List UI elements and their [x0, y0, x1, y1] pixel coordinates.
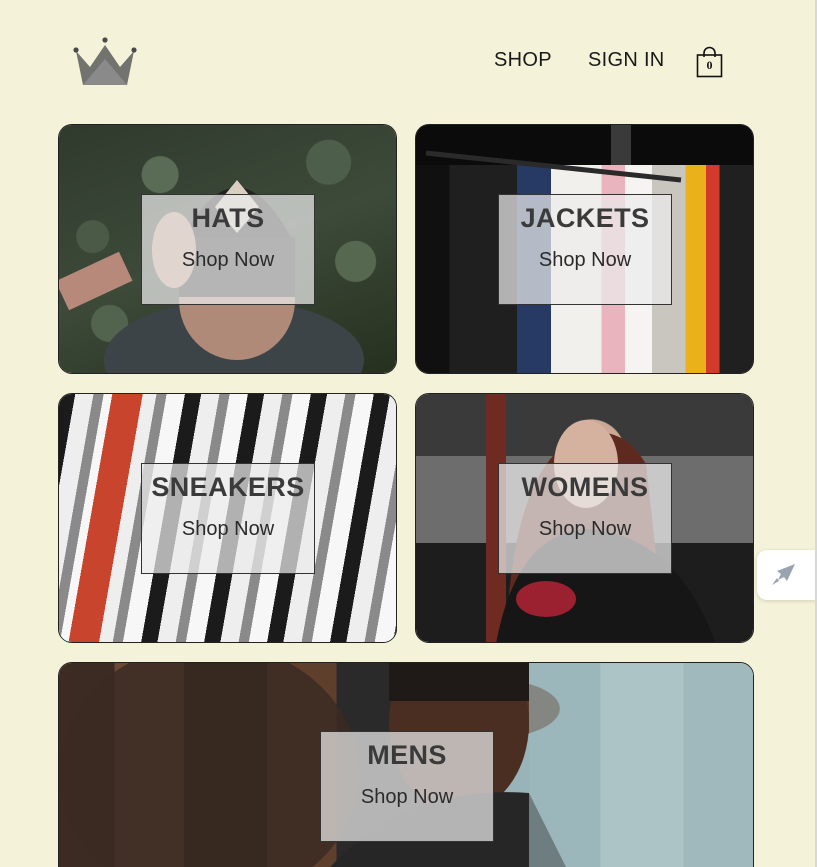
- page: SHOP SIGN IN 0 HATS Shop Now JACKETS Sho…: [0, 0, 817, 867]
- shop-now-link[interactable]: Shop Now: [142, 249, 314, 272]
- shop-now-link[interactable]: Shop Now: [499, 518, 671, 541]
- category-title: HATS: [191, 203, 265, 233]
- category-label-box: SNEAKERS Shop Now: [141, 463, 315, 574]
- header: SHOP SIGN IN 0: [0, 0, 817, 120]
- category-label-box: WOMENS Shop Now: [498, 463, 672, 574]
- cart-count: 0: [706, 58, 713, 72]
- floating-action-button[interactable]: [757, 550, 817, 600]
- category-title: MENS: [367, 740, 447, 770]
- rocket-icon: [772, 564, 795, 585]
- category-label-box: HATS Shop Now: [141, 194, 315, 305]
- shop-now-link[interactable]: Shop Now: [499, 249, 671, 272]
- crown-logo-icon[interactable]: [72, 35, 138, 87]
- category-title: JACKETS: [520, 203, 650, 233]
- cart-button[interactable]: 0: [696, 46, 723, 78]
- shop-now-link[interactable]: Shop Now: [142, 518, 314, 541]
- category-tile-womens[interactable]: WOMENS Shop Now: [415, 393, 754, 643]
- category-title: SNEAKERS: [151, 472, 305, 502]
- nav-shop-link[interactable]: SHOP: [494, 49, 552, 72]
- category-tile-hats[interactable]: HATS Shop Now: [58, 124, 397, 374]
- category-label-box: JACKETS Shop Now: [498, 194, 672, 305]
- category-tile-sneakers[interactable]: SNEAKERS Shop Now: [58, 393, 397, 643]
- category-tile-mens[interactable]: MENS Shop Now: [58, 662, 754, 867]
- category-title: WOMENS: [521, 472, 649, 502]
- nav-signin-link[interactable]: SIGN IN: [588, 49, 665, 72]
- category-label-box: MENS Shop Now: [320, 731, 494, 842]
- shop-now-link[interactable]: Shop Now: [321, 786, 493, 809]
- category-tile-jackets[interactable]: JACKETS Shop Now: [415, 124, 754, 374]
